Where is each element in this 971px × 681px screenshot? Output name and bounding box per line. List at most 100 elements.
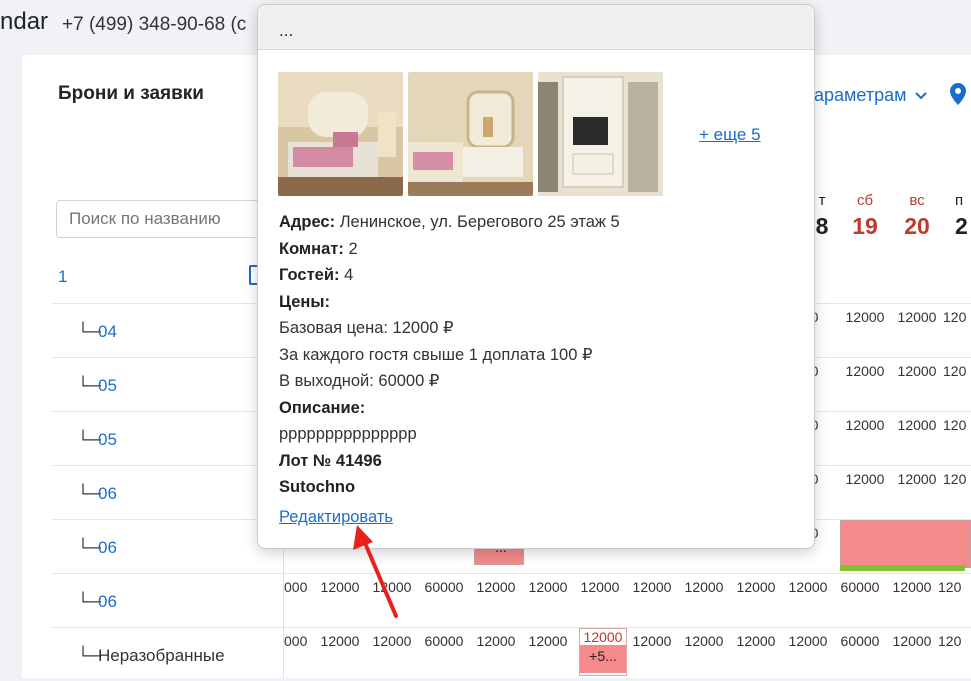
listing-photo[interactable]	[408, 72, 533, 196]
day-number: 2	[955, 213, 968, 239]
sidebar-item[interactable]: └─ 06	[52, 465, 284, 519]
filter-label: араметрам	[814, 85, 907, 105]
price-cell[interactable]: 12000	[891, 471, 943, 487]
address-line: Адрес: Ленинское, ул. Берегового 25 этаж…	[279, 209, 799, 236]
filter-by-params-link[interactable]: араметрам	[814, 85, 928, 106]
price-cell[interactable]: 120	[943, 363, 971, 379]
price-cell[interactable]: 12000	[891, 363, 943, 379]
sidebar-item[interactable]: └─ 04	[52, 303, 284, 357]
price-cell[interactable]: 120	[943, 471, 971, 487]
sidebar-item[interactable]: └─ 06	[52, 519, 284, 573]
popover-title: ...	[258, 5, 814, 50]
guests-line: Гостей: 4	[279, 262, 799, 289]
address-label: Адрес:	[279, 213, 336, 231]
price-cell[interactable]: 000	[284, 579, 309, 595]
description-text: ррррррррррррррр	[279, 425, 417, 443]
price-cell[interactable]: 12000	[366, 633, 418, 649]
sidebar-item-label[interactable]: 05	[98, 376, 117, 396]
search-box	[56, 200, 286, 238]
guests-value: 4	[344, 266, 354, 284]
sidebar-item[interactable]: └─ 05	[52, 411, 284, 465]
rooms-label: Комнат:	[279, 239, 344, 258]
booking-price-tag[interactable]: 12000 +5...	[579, 628, 627, 676]
price-cell[interactable]: 12000	[626, 633, 678, 649]
sidebar-root-label[interactable]: 1	[58, 267, 67, 287]
sidebar-item-label[interactable]: 05	[98, 430, 117, 450]
price-cell[interactable]: 12000	[782, 579, 834, 595]
rooms-line: Комнат: 2	[279, 236, 799, 263]
price-cell[interactable]: 60000	[418, 579, 470, 595]
price-cell[interactable]: 12000	[886, 579, 938, 595]
address-value: Ленинское, ул. Берегового 25 этаж 5	[339, 213, 620, 231]
sidebar-item-label[interactable]: 06	[98, 484, 117, 504]
listing-popover: ... + еще 5 Адрес: Ленинское, ул. Берего…	[257, 4, 815, 549]
price-cell[interactable]: 12000	[839, 363, 891, 379]
day-of-week: вс	[909, 192, 925, 209]
price-cell[interactable]: 12000	[891, 417, 943, 433]
booking-status-bar	[840, 565, 965, 571]
day-of-week: сб	[856, 192, 874, 209]
price-cell[interactable]: 12000	[839, 309, 891, 325]
price-cell[interactable]: 12000	[839, 471, 891, 487]
description-label: Описание:	[279, 398, 366, 417]
price-cell[interactable]: 12000	[678, 579, 730, 595]
extra-guest-fee: За каждого гостя свыше 1 доплата 100 ₽	[279, 345, 593, 364]
price-cell[interactable]: 12000	[522, 633, 574, 649]
price-cell[interactable]: 120	[943, 417, 971, 433]
guests-label: Гостей:	[279, 266, 340, 284]
lot-number: Лот № 41496	[279, 451, 382, 470]
sidebar-item-label[interactable]: 06	[98, 538, 117, 558]
price-cell[interactable]: 12000	[891, 309, 943, 325]
app-name: ndar	[0, 8, 49, 35]
price-cell[interactable]: 60000	[418, 633, 470, 649]
table-row: 000 12000 12000 60000 12000 12000 12000 …	[284, 627, 971, 681]
price-cell[interactable]: 000	[284, 633, 309, 649]
price-cell[interactable]: 12000	[574, 579, 626, 595]
sidebar-item-label[interactable]: Неразобранные	[98, 646, 225, 666]
listing-photo[interactable]	[538, 72, 663, 196]
price-cell[interactable]: 12000	[782, 633, 834, 649]
sidebar-item[interactable]: └─ Неразобранные	[52, 627, 284, 681]
annotation-arrow-icon	[353, 525, 398, 618]
sidebar-item[interactable]: └─ 06	[52, 573, 284, 627]
day-header: вс 20	[891, 192, 943, 240]
day-number: 19	[852, 213, 878, 239]
rooms-value: 2	[348, 239, 358, 258]
day-number: 20	[904, 213, 930, 239]
price-tag-value: 12000	[580, 629, 626, 645]
chevron-down-icon	[915, 92, 928, 100]
prices-label: Цены:	[279, 292, 330, 311]
price-cell[interactable]: 120	[938, 579, 971, 595]
price-cell[interactable]: 12000	[314, 633, 366, 649]
page-title: Брони и заявки	[58, 83, 204, 104]
day-header: п 2	[943, 192, 971, 240]
price-tag-label: +5...	[580, 645, 626, 673]
listing-details: Адрес: Ленинское, ул. Берегового 25 этаж…	[279, 209, 799, 501]
price-cell[interactable]: 12000	[678, 633, 730, 649]
phone-number: +7 (499) 348-90-68 (c	[62, 14, 247, 35]
price-cell[interactable]: 12000	[470, 579, 522, 595]
price-cell[interactable]: 120	[938, 633, 971, 649]
price-cell[interactable]: 12000	[470, 633, 522, 649]
price-cell[interactable]: 12000	[730, 579, 782, 595]
sidebar-item[interactable]: └─ 05	[52, 357, 284, 411]
base-price: Базовая цена: 12000 ₽	[279, 319, 454, 337]
price-cell[interactable]: 12000	[522, 579, 574, 595]
price-cell[interactable]: 12000	[886, 633, 938, 649]
search-input[interactable]	[57, 201, 257, 237]
listing-source: Sutochno	[279, 478, 356, 496]
more-photos-link[interactable]: + еще 5	[699, 125, 761, 145]
listing-photo[interactable]	[278, 72, 403, 196]
sidebar-item-label[interactable]: 04	[98, 322, 117, 342]
day-of-week: п	[955, 192, 964, 209]
booking-block[interactable]	[840, 520, 971, 568]
location-pin-icon[interactable]	[950, 83, 966, 105]
price-cell[interactable]: 12000	[839, 417, 891, 433]
price-cell[interactable]: 60000	[834, 579, 886, 595]
price-cell[interactable]: 60000	[834, 633, 886, 649]
price-cell[interactable]: 12000	[730, 633, 782, 649]
price-cell[interactable]: 12000	[626, 579, 678, 595]
price-cell[interactable]: 120	[943, 309, 971, 325]
sidebar-item-label[interactable]: 06	[98, 592, 117, 612]
weekend-price: В выходной: 60000 ₽	[279, 372, 440, 390]
